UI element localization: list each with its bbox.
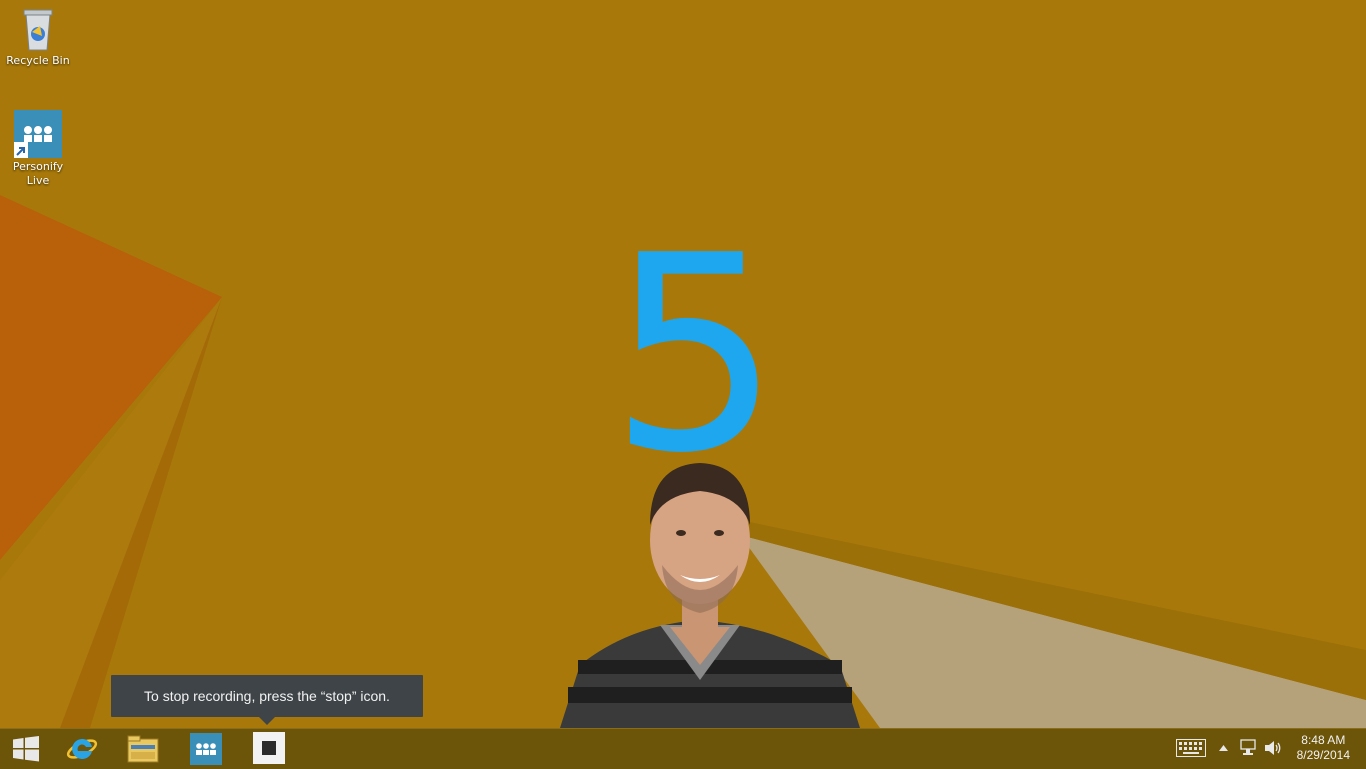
personify-live-desktop-icon[interactable]: Personify Live <box>2 110 74 188</box>
personify-live-icon <box>14 110 62 158</box>
keyboard-icon[interactable] <box>1176 739 1206 757</box>
desktop: Recycle Bin Personify Live 5 To stop rec… <box>0 0 1366 728</box>
network-icon[interactable] <box>1240 739 1258 757</box>
taskbar-internet-explorer[interactable] <box>56 729 108 769</box>
recycle-bin-label: Recycle Bin <box>6 54 70 67</box>
personify-live-icon <box>190 733 222 765</box>
taskbar-file-explorer[interactable] <box>116 729 170 769</box>
show-hidden-icons-chevron[interactable] <box>1219 745 1228 751</box>
volume-icon[interactable] <box>1264 739 1282 757</box>
presenter-video-overlay <box>560 463 860 728</box>
taskbar: 8:48 AM 8/29/2014 <box>0 728 1366 769</box>
recycle-bin-desktop-icon[interactable]: Recycle Bin <box>2 6 74 68</box>
tooltip-arrow <box>259 717 275 725</box>
stop-recording-tooltip: To stop recording, press the “stop” icon… <box>111 675 423 717</box>
start-button[interactable] <box>0 729 52 769</box>
clock-date: 8/29/2014 <box>1296 748 1350 762</box>
system-clock[interactable]: 8:48 AM 8/29/2014 <box>1297 733 1350 763</box>
file-explorer-icon <box>127 735 159 763</box>
stop-recording-button[interactable] <box>253 732 285 764</box>
personify-live-label: Personify Live <box>12 160 64 187</box>
tooltip-text: To stop recording, press the “stop” icon… <box>144 688 390 704</box>
clock-time: 8:48 AM <box>1301 733 1346 747</box>
windows-start-icon <box>13 736 39 762</box>
recycle-bin-icon <box>23 9 53 51</box>
internet-explorer-icon <box>66 738 98 759</box>
taskbar-personify-live[interactable] <box>180 729 232 769</box>
stop-recording-icon <box>262 741 276 755</box>
